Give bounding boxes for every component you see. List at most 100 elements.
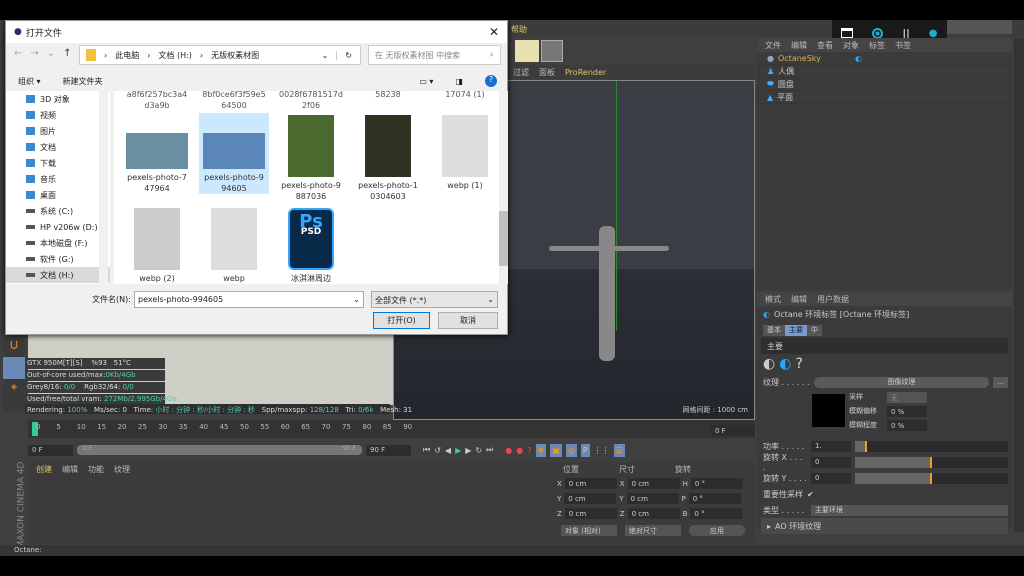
refresh-icon[interactable]: ↻ [336, 50, 360, 60]
mm-menu-edit[interactable]: 编辑 [62, 464, 78, 475]
rotx-slider[interactable] [855, 456, 1008, 468]
filename-input[interactable]: pexels-photo-994605 ⌄ [134, 291, 364, 308]
environment-tag-icon[interactable]: ◐ [855, 54, 862, 63]
search-input[interactable]: 在 无版权素材图 中搜索 ⌕ [368, 45, 501, 65]
nav-item[interactable]: 文档 [6, 139, 110, 155]
rotx-input[interactable]: 0 [811, 456, 851, 468]
more-button[interactable]: ... [993, 376, 1008, 388]
record-key-icon[interactable]: ● [505, 446, 512, 455]
om-menu-file[interactable]: 文件 [765, 40, 781, 51]
tab-mid[interactable]: 中 [807, 324, 822, 336]
sampling-select[interactable]: 无 [887, 392, 927, 403]
file-item[interactable]: webp [199, 206, 269, 284]
window-icon[interactable] [841, 28, 854, 38]
current-frame-input[interactable]: 0 F [711, 425, 755, 436]
help-icon[interactable]: ? [795, 356, 802, 372]
camera-icon[interactable] [515, 40, 539, 62]
am-menu-edit[interactable]: 编辑 [791, 294, 807, 305]
blur-scale-input[interactable]: 0 % [887, 420, 927, 431]
coord-input[interactable]: 0 cm [564, 508, 617, 519]
blur-offset-input[interactable]: 0 % [887, 406, 927, 417]
menu-help[interactable]: 帮助 [511, 25, 527, 34]
recent-icon[interactable]: ⌄ [47, 48, 55, 59]
file-item[interactable]: a8f6f257bc3a4 d3a9b [122, 89, 192, 111]
file-scrollbar[interactable] [499, 91, 508, 284]
object-row[interactable]: ⬬ 圆盘 [757, 78, 1012, 91]
file-item[interactable]: webp (1) [430, 113, 500, 191]
viewport-tab-panel[interactable]: 面板 [539, 67, 555, 78]
file-item[interactable]: pexels-photo-1 0304603 [353, 113, 423, 202]
timeline-ruler[interactable]: 0 5 10 15 20 25 30 35 40 45 50 55 60 65 70 75 80 85 90 [28, 420, 755, 438]
file-item[interactable]: 8bf0ce6f3f59e5 64500 [199, 89, 269, 111]
end-frame-input[interactable]: 90 F [366, 444, 411, 456]
file-item[interactable]: pexels-photo-7 47964 [122, 113, 192, 194]
object-row[interactable]: ♟ 人偶 [757, 65, 1012, 78]
move-key-icon[interactable]: ✥ [535, 443, 547, 457]
nav-item[interactable]: 音乐 [6, 171, 110, 187]
help-icon[interactable]: ? [485, 75, 497, 87]
power-input[interactable]: 1. [811, 440, 851, 452]
nav-item[interactable]: 下载 [6, 155, 110, 171]
coord-input[interactable]: 0 ° [690, 508, 743, 519]
size-mode-select[interactable]: 绝对尺寸 [625, 525, 681, 536]
ao-section[interactable]: AO 环境纹理 [775, 521, 821, 532]
next-frame-icon[interactable]: ▶ [465, 446, 471, 455]
preview-pane-icon[interactable]: ◨ [455, 77, 463, 86]
am-menu-userdata[interactable]: 用户数据 [817, 294, 849, 305]
coord-mode-select[interactable]: 对象 (相对) [561, 525, 617, 536]
viewport-tab-filter[interactable]: 过滤 [513, 67, 529, 78]
om-menu-view[interactable]: 查看 [817, 40, 833, 51]
prev-key-icon[interactable]: ↺ [434, 446, 441, 455]
scale-key-icon[interactable]: ▣ [550, 443, 562, 457]
nav-item[interactable]: 桌面 [6, 187, 110, 203]
light-icon[interactable] [541, 40, 563, 62]
nav-item[interactable]: 视频 [6, 107, 110, 123]
keyframe-help-icon[interactable]: ? [527, 446, 531, 455]
rotate-key-icon[interactable]: ◎ [565, 443, 577, 457]
breadcrumb-folder[interactable]: 无版权素材图 [211, 50, 259, 61]
forward-icon[interactable]: → [30, 48, 38, 59]
next-key-icon[interactable]: ↻ [475, 446, 482, 455]
tab-basic[interactable]: 基本 [763, 324, 785, 336]
file-item[interactable]: 0028f6781517d 2f06 [276, 89, 346, 111]
mm-menu-create[interactable]: 创建 [36, 464, 52, 475]
file-item[interactable]: webp (2) [122, 206, 192, 284]
nav-item[interactable]: HP v206w (D:) [6, 219, 110, 235]
auto-key-icon[interactable]: ● [516, 446, 523, 455]
object-row[interactable]: ▲ 平面 [757, 91, 1012, 104]
lock-grid-icon[interactable] [3, 357, 25, 379]
nav-item[interactable]: 文档 (H:) [6, 267, 110, 283]
om-menu-tags[interactable]: 标签 [869, 40, 885, 51]
play-icon[interactable]: ▶ [455, 446, 461, 455]
nav-item[interactable]: 本地磁盘 (F:) [6, 235, 110, 251]
coord-input[interactable]: 0 cm [627, 508, 680, 519]
om-menu-bookmarks[interactable]: 书签 [895, 40, 911, 51]
apply-button[interactable]: 应用 [689, 525, 745, 536]
viewport-tab-prorender[interactable]: ProRender [565, 68, 606, 77]
side-tabs[interactable] [1014, 38, 1024, 532]
close-icon[interactable]: ✕ [489, 25, 499, 39]
tab-main[interactable]: 主要 [785, 324, 807, 336]
am-menu-mode[interactable]: 模式 [765, 294, 781, 305]
mic-icon[interactable]: ● [929, 28, 938, 39]
nav-item[interactable]: 3D 对象 [6, 91, 110, 107]
address-bar[interactable]: › 此电脑 › 文档 (H:) › 无版权素材图 ⌄ ↻ [79, 45, 361, 65]
om-menu-object[interactable]: 对象 [843, 40, 859, 51]
mm-menu-function[interactable]: 功能 [88, 464, 104, 475]
up-icon[interactable]: ↑ [63, 48, 71, 59]
image-texture-button[interactable]: 图像纹理 [813, 376, 990, 388]
start-frame-input[interactable]: 0 F [28, 444, 73, 456]
coord-input[interactable]: 0 cm [627, 478, 680, 489]
magnet-icon[interactable]: ∪ [3, 337, 25, 353]
coord-input[interactable]: 0 cm [564, 478, 617, 489]
coord-input[interactable]: 0 cm [626, 493, 679, 504]
file-item[interactable]: 17074 (1) [430, 89, 500, 100]
coord-input[interactable]: 0 cm [564, 493, 617, 504]
goto-start-icon[interactable]: ⏮ [423, 445, 430, 455]
nav-item[interactable]: 系统 (C:) [6, 203, 110, 219]
chevron-down-icon[interactable]: ⌄ [322, 51, 329, 60]
mm-menu-texture[interactable]: 纹理 [114, 464, 130, 475]
organize-button[interactable]: 组织 ▾ [18, 76, 41, 87]
nav-item[interactable]: 软件 (G:) [6, 251, 110, 267]
importance-checkbox[interactable]: ✔ [807, 490, 814, 499]
